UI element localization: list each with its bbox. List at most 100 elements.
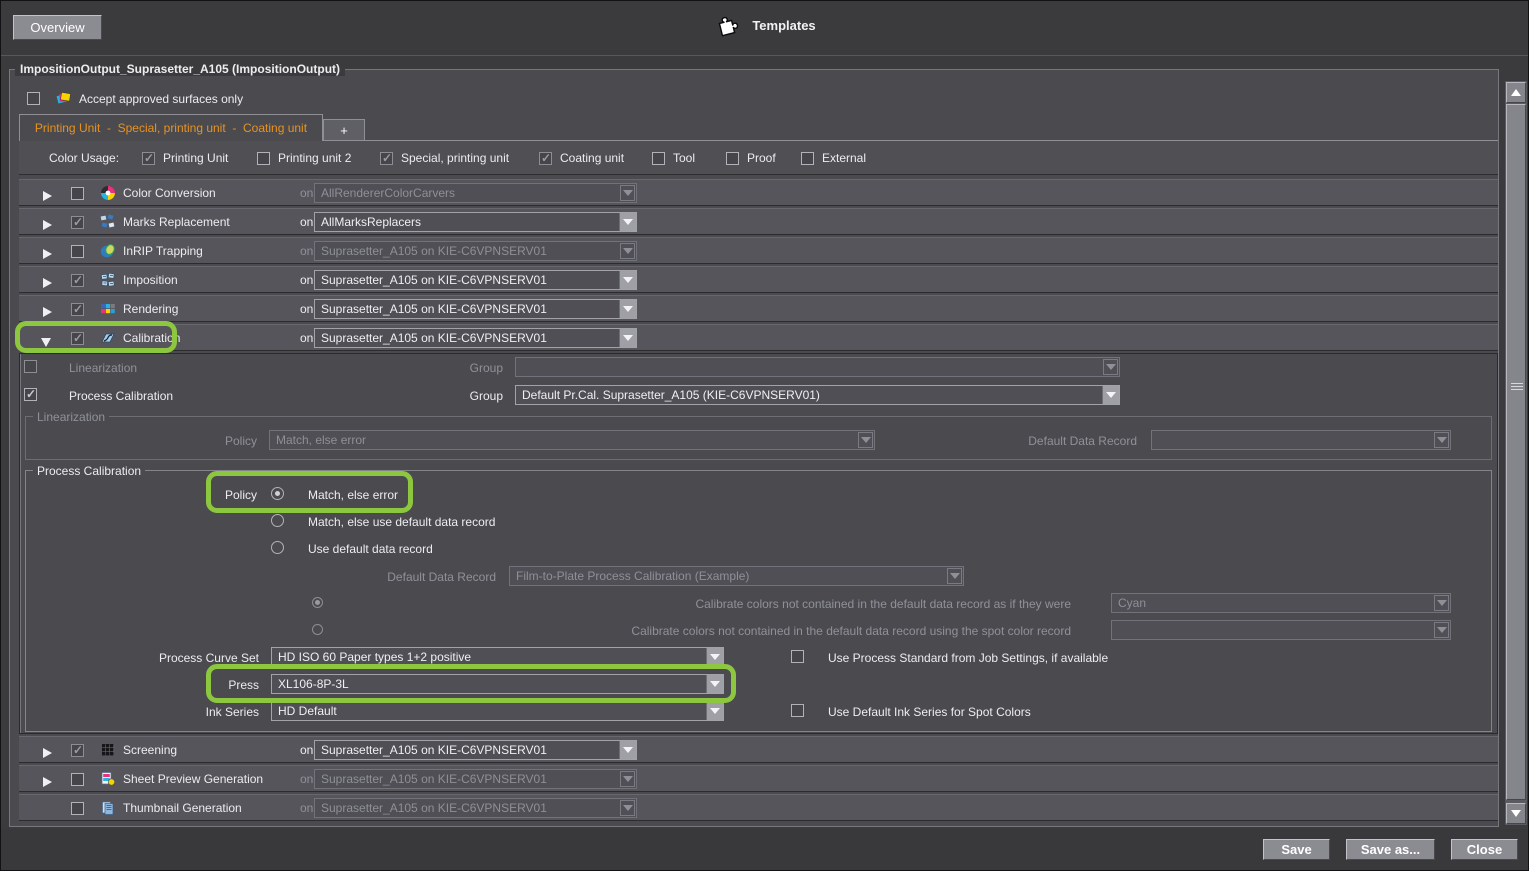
linearization-ddr-dropdown[interactable] [1151, 430, 1451, 450]
calibrate-as-if-color-dropdown[interactable]: Cyan [1111, 593, 1451, 613]
color-usage-printing-unit-2-checkbox[interactable] [257, 151, 270, 165]
dropdown-arrow-icon[interactable] [858, 432, 873, 448]
policy-match-else-default-radio[interactable] [271, 514, 284, 527]
dropdown-arrow-icon[interactable] [619, 213, 636, 231]
dropdown-arrow-icon[interactable] [619, 271, 636, 289]
ink-series-dropdown[interactable]: HD Default [271, 701, 724, 721]
row-label: Marks Replacement [123, 215, 230, 229]
calibrate-as-if-radio[interactable] [312, 597, 323, 608]
row-marks-replacement: Marks Replacement on AllMarksReplacers [19, 208, 1498, 235]
dropdown-arrow-icon[interactable] [620, 771, 635, 787]
dropdown-arrow-icon[interactable] [619, 329, 636, 347]
dropdown-arrow-icon[interactable] [1434, 432, 1449, 448]
color-usage-label: Color Usage: [49, 151, 120, 165]
policy-option-label: Use default data record [308, 542, 433, 556]
expand-arrow-icon[interactable] [43, 246, 52, 264]
close-button[interactable]: Close [1451, 839, 1518, 860]
default-data-record-label: Default Data Record [1028, 434, 1137, 448]
process-calibration-checkbox[interactable] [24, 387, 37, 401]
arrow-up-icon [1511, 89, 1521, 96]
dropdown-arrow-icon[interactable] [619, 741, 636, 759]
group-label: Group [469, 389, 503, 403]
expand-arrow-icon[interactable] [43, 304, 52, 322]
dropdown-arrow-icon[interactable] [1434, 622, 1449, 638]
row-checkbox[interactable] [71, 215, 84, 229]
expand-arrow-icon[interactable] [43, 745, 52, 763]
row-sheet-preview-generation: Sheet Preview Generation on Suprasetter_… [19, 765, 1498, 792]
scroll-up-button[interactable] [1506, 82, 1526, 103]
linearization-checkbox[interactable] [24, 360, 37, 373]
dropdown-arrow-icon[interactable] [1102, 386, 1119, 404]
color-conversion-dropdown[interactable]: AllRendererColorCarvers [314, 183, 637, 203]
color-usage-external-checkbox[interactable] [801, 151, 814, 165]
expand-arrow-icon[interactable] [43, 217, 52, 235]
calibrate-spot-record-dropdown[interactable] [1111, 620, 1451, 640]
dropdown-arrow-icon[interactable] [706, 702, 723, 720]
add-tab-button[interactable]: + [323, 119, 365, 141]
sheet-preview-dropdown[interactable]: Suprasetter_A105 on KIE-C6VPNSERV01 [314, 769, 637, 789]
ink-series-label: Ink Series [205, 705, 259, 719]
dropdown-arrow-icon[interactable] [706, 675, 723, 693]
scrollbar-thumb[interactable] [1506, 104, 1526, 800]
row-checkbox[interactable] [71, 273, 84, 287]
linearization-group-dropdown[interactable] [515, 357, 1120, 377]
dropdown-arrow-icon[interactable] [620, 185, 635, 201]
process-calibration-group-title: Process Calibration [33, 464, 146, 478]
group-label: Group [469, 361, 503, 375]
save-as-button[interactable]: Save as... [1346, 839, 1435, 860]
use-default-ink-checkbox[interactable] [791, 704, 804, 717]
marks-replacement-icon [100, 214, 115, 228]
imposition-dropdown[interactable]: Suprasetter_A105 on KIE-C6VPNSERV01 [314, 270, 637, 290]
color-usage-bar: Color Usage: Printing Unit Printing unit… [19, 140, 1498, 175]
scroll-down-button[interactable] [1506, 803, 1526, 824]
color-usage-option-label: Coating unit [560, 151, 625, 165]
row-checkbox[interactable] [71, 331, 84, 345]
process-calibration-group-dropdown[interactable]: Default Pr.Cal. Suprasetter_A105 (KIE-C6… [515, 385, 1120, 405]
tab-printing-units[interactable]: Printing Unit - Special, printing unit -… [19, 114, 323, 141]
row-label: Rendering [123, 302, 179, 316]
color-usage-printing-unit-checkbox[interactable] [142, 151, 155, 165]
collapse-arrow-icon[interactable] [41, 334, 51, 352]
policy-match-else-error-radio[interactable] [271, 487, 284, 500]
thumbnail-dropdown[interactable]: Suprasetter_A105 on KIE-C6VPNSERV01 [314, 798, 637, 818]
dropdown-arrow-icon[interactable] [706, 648, 723, 666]
screening-dropdown[interactable]: Suprasetter_A105 on KIE-C6VPNSERV01 [314, 740, 637, 760]
expand-arrow-icon[interactable] [43, 774, 52, 792]
dropdown-arrow-icon[interactable] [1103, 359, 1118, 375]
calibration-dropdown[interactable]: Suprasetter_A105 on KIE-C6VPNSERV01 [314, 328, 637, 348]
row-label: Screening [123, 743, 178, 757]
dropdown-arrow-icon[interactable] [947, 568, 962, 584]
row-checkbox[interactable] [71, 743, 84, 757]
process-curve-set-dropdown[interactable]: HD ISO 60 Paper types 1+2 positive [271, 647, 724, 667]
calibrate-spot-radio[interactable] [312, 624, 323, 635]
row-checkbox[interactable] [71, 187, 84, 200]
press-dropdown[interactable]: XL106-8P-3L [271, 674, 724, 694]
vertical-scrollbar[interactable] [1504, 80, 1528, 826]
process-calibration-label: Process Calibration [69, 389, 174, 403]
inrip-trapping-dropdown[interactable]: Suprasetter_A105 on KIE-C6VPNSERV01 [314, 241, 637, 261]
save-button[interactable]: Save [1263, 839, 1330, 860]
dropdown-arrow-icon[interactable] [620, 243, 635, 259]
row-checkbox[interactable] [71, 773, 84, 786]
expand-arrow-icon[interactable] [43, 275, 52, 293]
dropdown-arrow-icon[interactable] [620, 800, 635, 816]
color-usage-special-printing-unit-checkbox[interactable] [380, 151, 393, 165]
use-process-standard-checkbox[interactable] [791, 650, 804, 663]
rendering-dropdown[interactable]: Suprasetter_A105 on KIE-C6VPNSERV01 [314, 299, 637, 319]
default-data-record-dropdown[interactable]: Film-to-Plate Process Calibration (Examp… [509, 566, 964, 586]
marks-replacement-dropdown[interactable]: AllMarksReplacers [314, 212, 637, 232]
dropdown-arrow-icon[interactable] [1434, 595, 1449, 611]
row-on-label: on [300, 186, 314, 200]
accept-approved-checkbox[interactable] [27, 92, 40, 105]
color-usage-tool-checkbox[interactable] [652, 151, 665, 165]
row-checkbox[interactable] [71, 802, 84, 815]
dropdown-arrow-icon[interactable] [619, 300, 636, 318]
row-checkbox[interactable] [71, 302, 84, 316]
linearization-policy-dropdown[interactable]: Match, else error [269, 430, 875, 450]
expand-arrow-icon[interactable] [43, 188, 52, 206]
overview-button[interactable]: Overview [13, 15, 102, 40]
row-checkbox[interactable] [71, 245, 84, 258]
color-usage-coating-unit-checkbox[interactable] [539, 151, 552, 165]
color-usage-proof-checkbox[interactable] [726, 151, 739, 165]
policy-use-default-radio[interactable] [271, 541, 284, 554]
